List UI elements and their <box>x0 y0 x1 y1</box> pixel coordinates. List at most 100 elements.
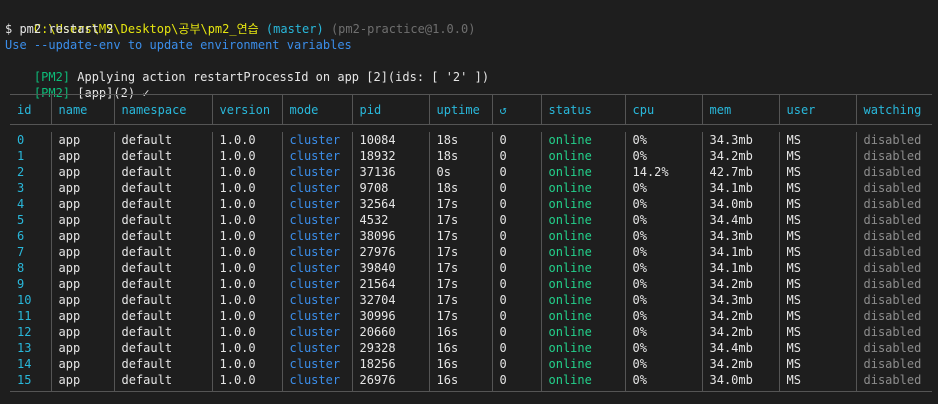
cell-uptime: 16s <box>428 339 492 356</box>
table-row: 0 app default 1.0.0 cluster 10084 18s 0 online 0%… <box>10 131 932 148</box>
cell-user: MS <box>778 323 856 340</box>
cell-namespace: default <box>113 323 212 340</box>
cell-watching: disabled <box>855 291 932 308</box>
cell-status: online <box>540 291 625 308</box>
cell-name: app <box>50 211 114 228</box>
cell-mem: 34.2mb <box>701 323 779 340</box>
log-text: Applying action restartProcessId on app … <box>70 70 490 84</box>
table-header-row: id name namespace version mode pid uptime ↺ stat… <box>10 94 932 125</box>
table-row: 9 app default 1.0.0 cluster 21564 17s 0 online 0%… <box>10 275 932 292</box>
cell-cpu: 0% <box>624 371 702 391</box>
cell-restarts: 0 <box>491 243 541 260</box>
cell-pid: 29328 <box>351 339 429 356</box>
prompt-package: (pm2-practice@1.0.0) <box>323 22 476 36</box>
cell-watching: disabled <box>855 131 932 148</box>
cell-mode: cluster <box>281 163 352 180</box>
cell-pid: 30996 <box>351 307 429 324</box>
cell-uptime: 17s <box>428 259 492 276</box>
cell-watching: disabled <box>855 339 932 356</box>
cell-cpu: 0% <box>624 243 702 260</box>
cell-restarts: 0 <box>491 211 541 228</box>
cell-cpu: 0% <box>624 323 702 340</box>
cell-pid: 20660 <box>351 323 429 340</box>
cell-restarts: 0 <box>491 275 541 292</box>
cell-version: 1.0.0 <box>211 195 282 212</box>
cell-mode: cluster <box>281 243 352 260</box>
cell-version: 1.0.0 <box>211 307 282 324</box>
cell-name: app <box>50 259 114 276</box>
cell-cpu: 0% <box>624 147 702 164</box>
cell-id: 13 <box>17 340 32 355</box>
cell-restarts: 0 <box>491 339 541 356</box>
cell-uptime: 17s <box>428 227 492 244</box>
cell-name: app <box>50 227 114 244</box>
cell-uptime: 16s <box>428 323 492 340</box>
table-row: 5 app default 1.0.0 cluster 4532 17s 0 online 0% 3… <box>10 211 932 228</box>
cell-namespace: default <box>113 259 212 276</box>
column-header-id: id <box>10 94 51 125</box>
table-spacer <box>10 125 932 132</box>
cell-watching: disabled <box>855 243 932 260</box>
cell-cpu: 0% <box>624 307 702 324</box>
cell-pid: 27976 <box>351 243 429 260</box>
cell-uptime: 17s <box>428 275 492 292</box>
table-row: 12 app default 1.0.0 cluster 20660 16s 0 online 0… <box>10 323 932 340</box>
cell-name: app <box>50 195 114 212</box>
cell-user: MS <box>778 243 856 260</box>
prompt-line: C:\Users\MS\Desktop\공부\pm2_연습 (master) (… <box>5 5 938 36</box>
cell-name: app <box>50 131 114 148</box>
cell-pid: 10084 <box>351 131 429 148</box>
cell-uptime: 17s <box>428 307 492 324</box>
cell-version: 1.0.0 <box>211 323 282 340</box>
cell-uptime: 17s <box>428 211 492 228</box>
table-row: 2 app default 1.0.0 cluster 37136 0s 0 online 14.… <box>10 163 932 180</box>
cell-version: 1.0.0 <box>211 339 282 356</box>
cell-id: 15 <box>17 372 32 387</box>
cell-mem: 34.1mb <box>701 259 779 276</box>
cell-restarts: 0 <box>491 195 541 212</box>
cell-namespace: default <box>113 195 212 212</box>
column-header-restarts: ↺ <box>491 94 541 125</box>
cell-user: MS <box>778 211 856 228</box>
cell-mem: 34.0mb <box>701 371 779 391</box>
cell-pid: 18932 <box>351 147 429 164</box>
cell-name: app <box>50 179 114 196</box>
table-row: 11 app default 1.0.0 cluster 30996 17s 0 online 0… <box>10 307 932 324</box>
cell-watching: disabled <box>855 355 932 372</box>
cell-id: 9 <box>17 276 25 291</box>
cell-version: 1.0.0 <box>211 371 282 391</box>
cell-status: online <box>540 131 625 148</box>
column-header-status: status <box>540 94 625 125</box>
cell-uptime: 17s <box>428 243 492 260</box>
cell-restarts: 0 <box>491 227 541 244</box>
column-header-watching: watching <box>855 94 932 125</box>
cell-version: 1.0.0 <box>211 227 282 244</box>
cell-mem: 34.3mb <box>701 131 779 148</box>
cell-pid: 18256 <box>351 355 429 372</box>
cell-namespace: default <box>113 291 212 308</box>
cell-id: 4 <box>17 196 25 211</box>
cell-mode: cluster <box>281 179 352 196</box>
cell-uptime: 18s <box>428 147 492 164</box>
terminal-window[interactable]: C:\Users\MS\Desktop\공부\pm2_연습 (master) (… <box>0 0 938 404</box>
prompt-branch: (master) <box>258 22 324 36</box>
cell-cpu: 14.2% <box>624 163 702 180</box>
table-row: 10 app default 1.0.0 cluster 32704 17s 0 online 0… <box>10 291 932 308</box>
table-row: 7 app default 1.0.0 cluster 27976 17s 0 online 0%… <box>10 243 932 260</box>
cell-restarts: 0 <box>491 147 541 164</box>
cell-id: 12 <box>17 324 32 339</box>
cell-version: 1.0.0 <box>211 355 282 372</box>
cell-user: MS <box>778 131 856 148</box>
cell-id: 5 <box>17 212 25 227</box>
cell-mode: cluster <box>281 355 352 372</box>
cell-uptime: 16s <box>428 355 492 372</box>
cell-mode: cluster <box>281 307 352 324</box>
cell-name: app <box>50 291 114 308</box>
cell-uptime: 16s <box>428 371 492 391</box>
cell-name: app <box>50 275 114 292</box>
column-header-version: version <box>211 94 282 125</box>
cell-name: app <box>50 307 114 324</box>
cell-user: MS <box>778 307 856 324</box>
cell-pid: 21564 <box>351 275 429 292</box>
cell-mode: cluster <box>281 227 352 244</box>
